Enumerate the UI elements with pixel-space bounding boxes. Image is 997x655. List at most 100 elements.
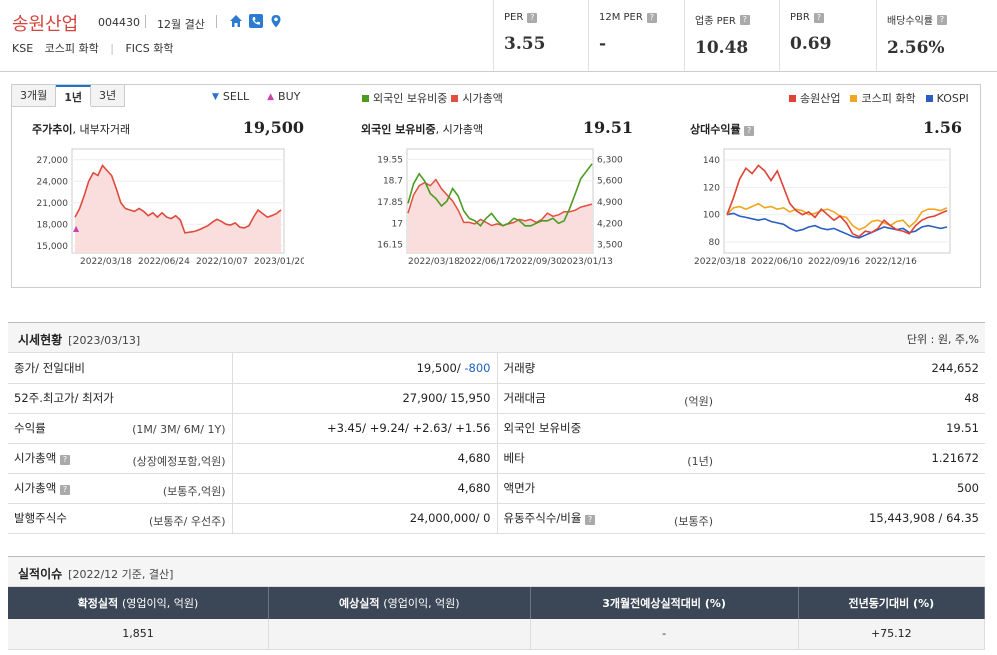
y-tick-label-left: 18.7 <box>383 177 403 187</box>
row-value: 244,652 <box>719 353 985 384</box>
metric-label: 배당수익률 <box>887 16 933 27</box>
help-icon[interactable]: ? <box>813 12 824 23</box>
valuation-metrics: PER? 3.55 12M PER? - 업종 PER? 10.48 PBR? … <box>493 0 997 71</box>
x-tick-label: 2022/03/18 <box>408 257 460 267</box>
fics-sector: FICS 화학 <box>125 42 174 55</box>
buy-marker: ▲ <box>73 224 80 233</box>
y-tick-label-right: 3,500 <box>597 241 623 251</box>
location-icon[interactable] <box>269 14 283 28</box>
settlement-month: 12월 결산 <box>157 18 205 31</box>
help-icon[interactable]: ? <box>59 485 70 495</box>
x-tick-label: 2023/01/13 <box>561 257 613 267</box>
row-value: 4,680 <box>232 473 498 504</box>
y-tick-label: 100 <box>703 211 720 221</box>
metric-value: 10.48 <box>695 38 749 58</box>
x-tick-label: 2022/03/18 <box>694 257 746 267</box>
row-sublabel: (보통주/ 우선주) <box>148 514 226 528</box>
panel-value: 19.51 <box>582 118 633 137</box>
x-tick-label: 2022/06/17 <box>459 257 511 267</box>
legend-swatch <box>850 94 858 102</box>
y-tick-label-right: 4,900 <box>597 198 623 208</box>
help-icon[interactable]: ? <box>59 455 70 465</box>
help-icon[interactable]: ? <box>527 12 538 23</box>
tab-3y[interactable]: 3년 <box>91 85 126 107</box>
help-icon[interactable]: ? <box>744 126 755 136</box>
foreign-legend: 외국인 보유비중 시가총액 <box>362 90 503 106</box>
company-header: 송원산업 004430 12월 결산 KSE 코스피 화학 | FICS 화학 … <box>0 0 997 72</box>
table-row: 발행주식수 (보통주/ 우선주) 24,000,000/ 0 유동주식수/비율 ?… <box>8 503 985 534</box>
x-tick-label: 2022/09/16 <box>808 257 860 267</box>
row-label: 52주.최고가/ 최저가 <box>14 391 114 405</box>
metric-sector-per: 업종 PER? 10.48 <box>684 0 779 71</box>
y-tick-label: 80 <box>709 238 721 248</box>
legend-mcap: 시가총액 <box>462 92 503 105</box>
legend-swatch <box>451 94 459 102</box>
sell-marker-icon: ▼ <box>212 91 219 102</box>
legend-sell: SELL <box>222 90 250 103</box>
x-tick-label: 2022/06/10 <box>751 257 803 267</box>
table-row: 52주.최고가/ 최저가 27,900/ 15,950 거래대금 (억원) 48 <box>8 383 985 414</box>
legend-buy: BUY <box>278 90 301 103</box>
foreign-holding-chart: 19.55 6,300 18.7 5,600 17.85 4,900 17 4,200 16.1… <box>377 148 623 267</box>
y-tick-label-right: 5,600 <box>597 177 623 187</box>
relative-legend: 송원산업 코스피 화학 KOSPI <box>789 90 969 106</box>
row-value: 24,000,000/ 0 <box>232 503 498 534</box>
col-header: 전년동기대비 (%) <box>798 587 986 619</box>
row-sublabel: (1년) <box>687 454 713 468</box>
col-header: 확정실적 (영업이익, 억원) <box>8 587 269 619</box>
x-tick-label: 2022/06/24 <box>138 257 190 267</box>
kospi-sector: 코스피 화학 <box>44 42 99 55</box>
unit-label: 단위 : 원, 주,% <box>906 333 979 346</box>
metric-value: 0.69 <box>790 34 832 54</box>
x-tick-label: 2022/12/16 <box>865 257 917 267</box>
table-header-row: 확정실적 (영업이익, 억원) 예상실적 (영업이익, 억원) 3개월전예상실적… <box>8 587 986 619</box>
row-value: 27,900/ 15,950 <box>232 383 498 414</box>
home-icon[interactable] <box>229 14 243 28</box>
row-sublabel: (1M/ 3M/ 6M/ 1Y) <box>132 422 226 436</box>
x-tick-label: 2022/09/30 <box>510 257 562 267</box>
panel-subtitle: 내부자거래 <box>79 123 131 136</box>
market-section-header: 시세현황 [2023/03/13] 단위 : 원, 주,% <box>8 322 985 353</box>
company-name: 송원산업 <box>12 14 79 35</box>
y-tick-label-right: 6,300 <box>597 155 623 165</box>
row-value: 48 <box>719 383 985 414</box>
metric-value: 2.56% <box>887 38 945 58</box>
legend-swatch <box>789 94 796 102</box>
metric-value: 3.55 <box>504 34 546 54</box>
panel-title: 외국인 보유비중 <box>361 123 436 136</box>
row-sublabel: (보통주,억원) <box>162 484 226 498</box>
tab-1y[interactable]: 1년 <box>56 85 92 107</box>
panel-title: 상대수익률 <box>690 123 741 136</box>
row-label: 시가총액 <box>14 451 57 465</box>
row-sublabel: (억원) <box>684 394 713 408</box>
plot-area <box>723 148 951 254</box>
y-tick-label-left: 17 <box>392 219 403 229</box>
help-icon[interactable]: ? <box>585 515 596 525</box>
panel-subtitle: 시가총액 <box>442 123 484 136</box>
legend-sector: 코스피 화학 <box>861 92 916 105</box>
returns-value: +3.45/ +9.24/ +2.63/ +1.56 <box>232 413 498 444</box>
panel-value: 19,500 <box>242 118 304 137</box>
table-row: 수익률 (1M/ 3M/ 6M/ 1Y) +3.45/ +9.24/ +2.63/… <box>8 413 985 444</box>
table-row: 시가총액 ? (보통주,억원) 4,680 액면가 500 <box>8 473 985 504</box>
divider <box>216 15 217 28</box>
help-icon[interactable]: ? <box>937 14 947 25</box>
row-label: 종가/ 전일대비 <box>14 360 86 375</box>
y-tick-label-left: 16.15 <box>377 241 403 251</box>
tab-3m[interactable]: 3개월 <box>12 85 57 107</box>
relative-return-chart: 140 120 100 80 2022/03/18 2022/06/10 2022/09/1… <box>694 148 951 267</box>
chart-box: 3개월 1년 3년 ▼ SELL ▲ BUY 외국인 보유비중 시가총액 송원산… <box>11 84 981 288</box>
row-label: 시가총액 <box>14 481 57 495</box>
help-icon[interactable]: ? <box>646 12 657 23</box>
metric-value: - <box>599 34 607 54</box>
cell <box>268 619 531 650</box>
row-label: 발행주식수 <box>14 511 67 525</box>
row-label: 유동주식수/비율 <box>503 511 582 525</box>
help-icon[interactable]: ? <box>739 14 750 25</box>
legend-kospi: KOSPI <box>936 91 969 105</box>
phone-icon[interactable] <box>249 14 263 28</box>
price-trend-chart: 27,000 24,000 21,000 18,000 15,000 ▲ 2022/03/1… <box>37 148 304 267</box>
y-tick-label: 27,000 <box>37 156 69 166</box>
market-label: KSE <box>12 42 34 55</box>
table-row: 1,851 - +75.12 <box>8 619 986 650</box>
